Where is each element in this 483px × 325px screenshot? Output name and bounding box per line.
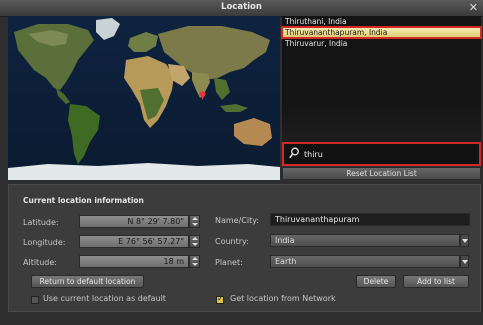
chevron-down-icon[interactable] [460,255,469,268]
longitude-label: Longitude: [23,238,66,247]
name-city-label: Name/City: [215,216,260,225]
search-input[interactable] [304,147,474,161]
search-icon [289,147,299,159]
altitude-spin-button[interactable] [189,255,200,268]
return-to-default-location-button[interactable]: Return to default location [31,275,144,288]
latitude-field[interactable]: N 8° 29' 7.80" [79,215,189,228]
latitude-spin-button[interactable] [189,215,200,228]
chevron-down-icon[interactable] [460,234,469,247]
country-label: Country: [215,237,249,246]
get-location-network-checkbox[interactable] [216,294,224,304]
country-select[interactable]: India [270,234,460,247]
list-item-selected[interactable]: Thiruvananthapuram, India [281,26,482,39]
reset-location-list-button[interactable]: Reset Location List [282,167,481,180]
altitude-field[interactable]: 18 m [79,255,189,268]
longitude-field[interactable]: E 76° 56' 57.27" [79,235,189,248]
longitude-spin-button[interactable] [189,235,200,248]
latitude-label: Latitude: [23,218,59,227]
name-city-input[interactable]: Thiruvananthapuram [270,213,470,226]
window-title: Location [221,2,262,12]
list-empty-area [282,100,481,142]
search-box[interactable] [282,142,481,166]
use-current-default-label: Use current location as default [43,294,166,303]
section-title: Current location information [23,196,144,205]
list-item[interactable]: Thiruthani, India [282,16,481,27]
get-location-network-label: Get location from Network [230,294,336,303]
close-icon[interactable]: ✕ [469,1,478,14]
delete-button[interactable]: Delete [356,275,396,288]
title-bar: Location ✕ [0,0,483,17]
add-to-list-button[interactable]: Add to list [403,275,469,288]
list-item[interactable]: Thiruvarur, India [282,38,481,49]
planet-select[interactable]: Earth [270,255,460,268]
altitude-label: Altitude: [23,258,57,267]
world-map[interactable] [8,16,280,180]
planet-label: Planet: [215,258,243,267]
use-current-default-checkbox[interactable] [31,296,39,304]
